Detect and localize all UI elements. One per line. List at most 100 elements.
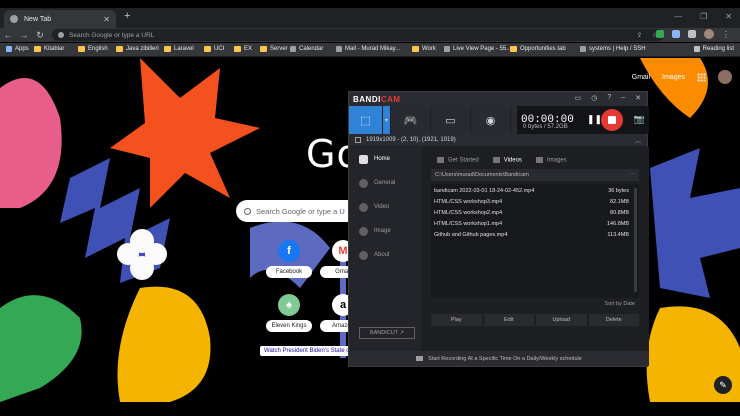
folder-icon[interactable]: ▭: [575, 94, 582, 102]
bookmark-label: Opportunities tab: [520, 46, 566, 52]
bookmark-label: Laravel: [174, 46, 194, 52]
tab-label: Get Started: [448, 157, 479, 164]
shortcut-tile[interactable]: ♠ Eleven Kings: [266, 294, 312, 332]
puzzle-icon[interactable]: [688, 30, 696, 38]
sidebar-item-label: About: [374, 252, 390, 258]
bookmark-label: Java zibilleri: [126, 46, 159, 52]
shortcut-tile[interactable]: f Facebook: [266, 240, 312, 278]
videos-tab-icon: [492, 156, 500, 163]
tab-videos[interactable]: Videos: [492, 156, 522, 163]
bandicut-button[interactable]: BANDICUT ↗: [359, 327, 415, 339]
reading-list[interactable]: Reading list: [693, 46, 734, 52]
folder-icon: [34, 46, 41, 52]
bookmark-item[interactable]: Work: [412, 46, 436, 52]
pause-button[interactable]: ❚❚: [587, 114, 602, 125]
bandicam-title-controls: ▭ ◷ ? – ✕: [575, 94, 641, 102]
bookmark-item[interactable]: systems | Help / SSH: [580, 46, 646, 52]
play-button[interactable]: Play: [431, 314, 482, 326]
sidebar-item-home[interactable]: Home: [349, 147, 421, 171]
gmail-link[interactable]: Gmail: [632, 74, 650, 81]
folder-icon: [234, 46, 241, 52]
bookmark-label: EX: [244, 46, 253, 52]
close-window-button[interactable]: ✕: [725, 12, 732, 21]
recording-size: 0 bytes / 57.2GB: [523, 124, 568, 130]
extension-icon[interactable]: [672, 30, 680, 38]
folder-options-icon[interactable]: ⋯: [630, 172, 636, 178]
minimize-button[interactable]: —: [674, 12, 682, 21]
ntp-search-box[interactable]: Search Google or type a U: [236, 200, 348, 222]
shield-extension-icon[interactable]: [656, 30, 664, 38]
account-avatar[interactable]: [718, 70, 732, 84]
bookmark-item[interactable]: Opportunities tab: [510, 46, 566, 52]
file-row[interactable]: Github and Github pages.mp4 113.4MB: [431, 232, 639, 243]
file-row[interactable]: HTML/CSS workshop1.mp4 146.8MB: [431, 221, 639, 232]
bookmark-item[interactable]: Calendar: [290, 46, 323, 52]
file-row[interactable]: HTML/CSS workshop2.mp4 80.8MB: [431, 210, 639, 221]
screen-mode-button[interactable]: ⬚: [349, 106, 383, 134]
video-icon: [359, 202, 368, 212]
search-icon: [244, 207, 251, 215]
status-text[interactable]: Start Recording At a Specific Time On a …: [428, 356, 582, 362]
minimize-button[interactable]: –: [621, 94, 625, 102]
bookmark-item[interactable]: English: [78, 46, 108, 52]
record-stop-button[interactable]: [601, 109, 623, 131]
close-button[interactable]: ✕: [635, 94, 641, 102]
file-name: Github and Github pages.mp4: [434, 232, 508, 238]
close-tab-icon[interactable]: ✕: [103, 15, 110, 24]
file-row[interactable]: HTML/CSS workshop3.mp4 82.1MB: [431, 199, 639, 210]
menu-icon[interactable]: ⋮: [722, 30, 730, 39]
file-list-scrollbar[interactable]: [634, 188, 637, 292]
doodle-attribution[interactable]: Watch President Biden's State of: [260, 346, 356, 356]
target-checkbox[interactable]: [355, 137, 361, 143]
bookmarks-bar: Reading list Apps Kitablar English Java zib…: [0, 43, 740, 57]
site-icon: [444, 46, 450, 52]
sidebar-item-label: Image: [374, 228, 391, 234]
bandicam-sidebar: Home General Video Image About BANDICUT ↗: [349, 147, 421, 353]
bookmark-item[interactable]: Live View Page - 55...: [444, 46, 511, 52]
delete-button[interactable]: Delete: [588, 314, 639, 326]
sidebar-item-general[interactable]: General: [349, 171, 421, 195]
customize-pencil-icon[interactable]: ✎: [714, 376, 732, 394]
shortcut-icon: ♠: [278, 294, 300, 316]
tab-get-started[interactable]: Get Started: [437, 156, 479, 164]
bookmark-item[interactable]: EX: [234, 46, 252, 52]
images-link[interactable]: Images: [662, 74, 685, 81]
bandicam-window: BANDICAM ▭ ◷ ? – ✕ ⬚ ▾ 🎮 ▭ ◉ 00:00:00 0 …: [348, 91, 649, 367]
file-row[interactable]: bandicam 2022-03-01 18-24-02-452.mp4 36 b…: [431, 188, 639, 199]
address-bar[interactable]: Search Google or type a URL ⇪ ☆: [52, 29, 664, 41]
game-mode-button[interactable]: 🎮: [391, 106, 431, 134]
edit-button[interactable]: Edit: [483, 314, 534, 326]
device-mode-button[interactable]: ▭: [431, 106, 471, 134]
tab-new-tab[interactable]: New Tab ✕: [4, 10, 116, 28]
reload-button[interactable]: ↻: [32, 30, 48, 41]
back-button[interactable]: ←: [0, 30, 16, 40]
reading-list-label: Reading list: [702, 46, 734, 52]
bookmark-item[interactable]: Kitablar: [34, 46, 64, 52]
sidebar-item-about[interactable]: About: [349, 243, 421, 267]
bookmark-item[interactable]: Java zibilleri: [116, 46, 159, 52]
upload-button[interactable]: Upload: [536, 314, 587, 326]
bookmark-item[interactable]: UCI: [204, 46, 224, 52]
help-icon[interactable]: ?: [607, 94, 611, 102]
sidebar-item-image[interactable]: Image: [349, 219, 421, 243]
collapse-chevron-icon[interactable]: ︿: [635, 136, 641, 145]
maximize-button[interactable]: ❐: [700, 12, 707, 21]
bookmark-item[interactable]: Laravel: [164, 46, 194, 52]
tab-images[interactable]: Images: [535, 156, 567, 163]
share-icon[interactable]: ⇪: [637, 31, 642, 39]
sidebar-item-video[interactable]: Video: [349, 195, 421, 219]
bookmark-item[interactable]: Server: [260, 46, 288, 52]
bookmark-item[interactable]: Apps: [6, 46, 29, 52]
sort-by-date[interactable]: Sort by Date: [431, 298, 639, 310]
shortcut-label: Eleven Kings: [266, 320, 312, 332]
apps-grid-icon[interactable]: [697, 72, 706, 82]
forward-button[interactable]: →: [16, 30, 32, 40]
mode-dropdown-button[interactable]: ▾: [383, 106, 391, 134]
webcam-mode-button[interactable]: ◉: [471, 106, 511, 134]
bandicam-titlebar: BANDICAM ▭ ◷ ? – ✕: [349, 92, 647, 106]
timer-icon[interactable]: ◷: [591, 94, 597, 102]
new-tab-button[interactable]: +: [124, 10, 130, 22]
profile-avatar[interactable]: [704, 29, 714, 39]
screenshot-camera-icon[interactable]: 📷: [634, 114, 645, 125]
bookmark-item[interactable]: Mail - Murad Mikay...: [336, 46, 400, 52]
